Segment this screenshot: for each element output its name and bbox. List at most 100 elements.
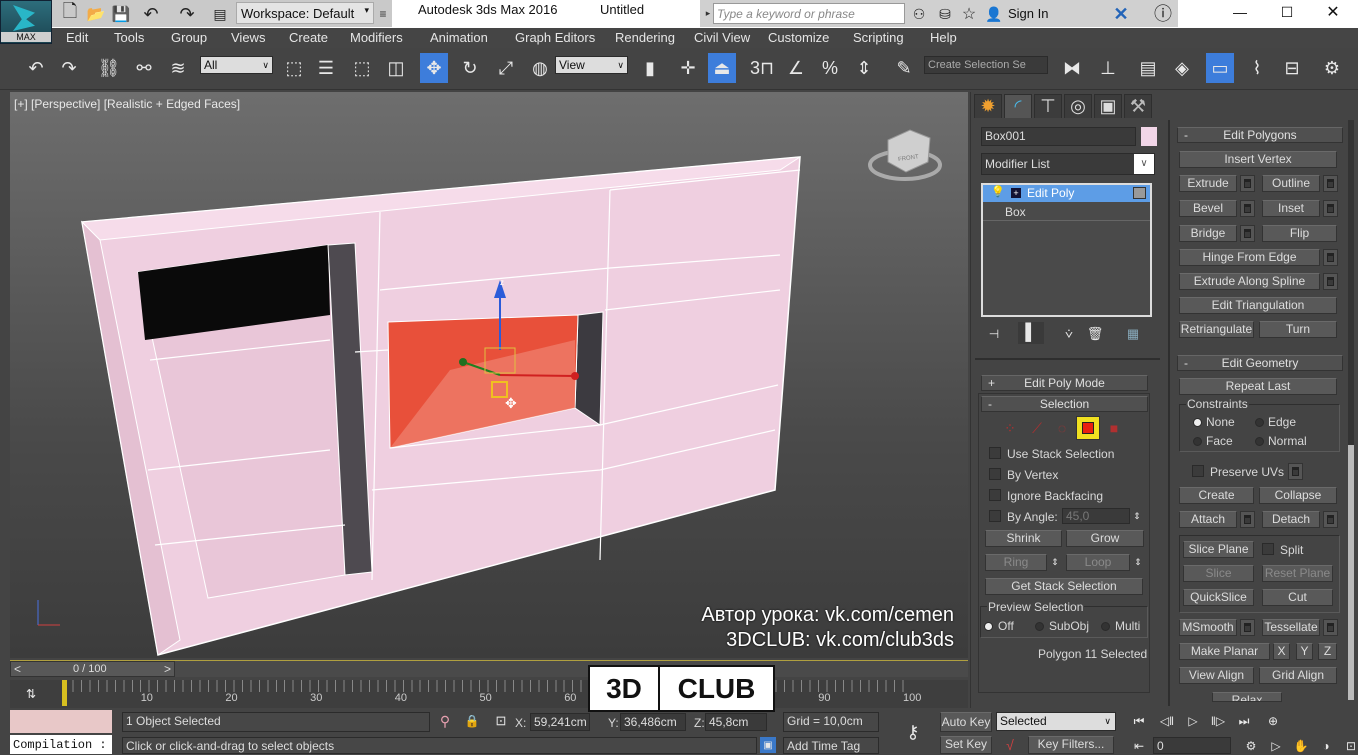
communication-center-icon[interactable]: ⛁: [934, 4, 956, 24]
attach-settings-button[interactable]: [1240, 511, 1255, 528]
detach-button[interactable]: Detach: [1262, 511, 1320, 528]
object-name-field[interactable]: Box001: [981, 127, 1136, 146]
zoom-time-icon[interactable]: ⊕: [1262, 712, 1284, 730]
ring-button[interactable]: Ring: [985, 554, 1047, 571]
pan-view-icon[interactable]: ✋: [1290, 737, 1312, 755]
rollout-toggle-icon[interactable]: +: [988, 376, 995, 390]
close-button[interactable]: ✕: [1318, 2, 1348, 22]
stack-item-edit-poly[interactable]: 💡 + Edit Poly: [983, 185, 1150, 202]
msmooth-settings-button[interactable]: [1240, 619, 1255, 636]
rotate-icon[interactable]: ↻: [456, 53, 484, 83]
retriangulate-button[interactable]: Retriangulate: [1179, 321, 1254, 338]
planar-x-button[interactable]: X: [1273, 643, 1290, 660]
curve-editor-icon[interactable]: ⌇: [1243, 53, 1271, 83]
border-mode-icon[interactable]: ◌: [1052, 418, 1072, 438]
ref-coord-dropdown[interactable]: View ∨: [555, 56, 628, 74]
create-button[interactable]: Create: [1179, 487, 1254, 504]
edge-mode-icon[interactable]: ⟋: [1027, 418, 1047, 438]
rollout-toggle-icon[interactable]: -: [988, 397, 992, 411]
outline-settings-button[interactable]: [1323, 175, 1338, 192]
hinge-settings-button[interactable]: [1323, 249, 1338, 266]
mini-curve-editor-icon[interactable]: ⇅: [20, 683, 42, 705]
quickslice-button[interactable]: QuickSlice: [1183, 589, 1254, 606]
pin-stack-icon[interactable]: ⊣: [985, 325, 1003, 343]
maximize-button[interactable]: ☐: [1272, 2, 1302, 22]
modifier-list-dropdown[interactable]: Modifier List ∨: [981, 153, 1155, 175]
key-mode-toggle-icon[interactable]: ⇤: [1128, 737, 1150, 755]
angle-snap-icon[interactable]: ∠: [782, 53, 810, 83]
key-curve-icon[interactable]: √: [998, 736, 1022, 754]
key-filters-button[interactable]: Key Filters...: [1028, 736, 1114, 754]
select-by-name-icon[interactable]: ☰: [312, 53, 340, 83]
new-file-icon[interactable]: 🗋: [60, 1, 80, 24]
maxscript-mini-listener[interactable]: [10, 710, 112, 733]
time-config-icon[interactable]: ⚙: [1240, 737, 1262, 755]
show-end-result-icon[interactable]: ▌: [1018, 322, 1044, 344]
menu-customize[interactable]: Customize: [768, 30, 829, 45]
stack-item-box[interactable]: Box: [1005, 205, 1026, 219]
x-coordinate-field[interactable]: 59,241cm: [530, 713, 590, 731]
msmooth-button[interactable]: MSmooth: [1179, 619, 1237, 636]
create-tab-icon[interactable]: ✹: [974, 94, 1002, 118]
display-tab-icon[interactable]: ▣: [1094, 94, 1122, 118]
user-icon[interactable]: 👤: [985, 4, 1003, 24]
preview-radio-multi[interactable]: [1101, 622, 1110, 631]
by-vertex-checkbox[interactable]: [989, 468, 1001, 480]
lock-selection-icon[interactable]: 🔒: [465, 712, 480, 730]
viewport-perspective[interactable]: [+] [Perspective] [Realistic + Edged Fac…: [10, 92, 968, 658]
app-logo-button[interactable]: MAX: [0, 0, 52, 44]
redo-icon[interactable]: ↷: [55, 53, 83, 83]
outline-button[interactable]: Outline: [1262, 175, 1320, 192]
customize-qat-icon[interactable]: ≡: [376, 4, 390, 24]
remove-modifier-icon[interactable]: 🗑: [1086, 325, 1104, 343]
hinge-from-edge-button[interactable]: Hinge From Edge: [1179, 249, 1320, 266]
favorites-star-icon[interactable]: ☆: [958, 4, 980, 24]
bridge-settings-button[interactable]: [1240, 225, 1255, 242]
next-frame-icon[interactable]: ‖▷: [1207, 712, 1229, 730]
preserve-uvs-settings-button[interactable]: [1288, 463, 1303, 480]
extrude-spline-settings-button[interactable]: [1323, 273, 1338, 290]
current-frame-field[interactable]: 0: [1153, 737, 1231, 754]
tessellate-button[interactable]: Tessellate: [1262, 619, 1320, 636]
timeline-track[interactable]: 102030405060708090100: [10, 680, 968, 708]
project-folder-icon[interactable]: ▤: [210, 4, 230, 24]
view-align-button[interactable]: View Align: [1179, 667, 1254, 684]
menu-help[interactable]: Help: [930, 30, 957, 45]
move-icon[interactable]: ✥: [420, 53, 448, 83]
render-setup-icon[interactable]: ⚙: [1318, 53, 1346, 83]
select-object-icon[interactable]: ⬚: [280, 53, 308, 83]
attach-button[interactable]: Attach: [1179, 511, 1237, 528]
use-stack-selection-checkbox[interactable]: [989, 447, 1001, 459]
grow-button[interactable]: Grow: [1066, 530, 1144, 547]
rectangular-selection-icon[interactable]: ⬚: [348, 53, 376, 83]
go-to-start-icon[interactable]: ⏮: [1128, 712, 1150, 730]
add-time-tag[interactable]: Add Time Tag: [783, 737, 879, 754]
edit-named-selection-icon[interactable]: ✎: [890, 53, 918, 83]
planar-z-button[interactable]: Z: [1318, 643, 1337, 660]
by-angle-checkbox[interactable]: [989, 510, 1001, 522]
menu-civil-view[interactable]: Civil View: [694, 30, 750, 45]
flip-button[interactable]: Flip: [1262, 225, 1337, 242]
detach-settings-button[interactable]: [1323, 511, 1338, 528]
extrude-settings-button[interactable]: [1240, 175, 1255, 192]
unlink-icon[interactable]: ⚯: [130, 53, 158, 83]
tessellate-settings-button[interactable]: [1323, 619, 1338, 636]
undo-icon[interactable]: ↶: [22, 53, 50, 83]
key-mode-dropdown[interactable]: Selected ∨: [996, 712, 1116, 731]
split-checkbox[interactable]: [1262, 543, 1274, 555]
binoculars-icon[interactable]: ⚇: [908, 4, 930, 24]
time-slider-thumb[interactable]: < 0 / 100 >: [10, 661, 175, 677]
bridge-button[interactable]: Bridge: [1179, 225, 1237, 242]
turn-button[interactable]: Turn: [1259, 321, 1337, 338]
preserve-uvs-checkbox[interactable]: [1192, 465, 1204, 477]
collapse-button[interactable]: Collapse: [1259, 487, 1337, 504]
listener-input[interactable]: Compilation :: [10, 735, 112, 754]
bevel-settings-button[interactable]: [1240, 200, 1255, 217]
repeat-last-button[interactable]: Repeat Last: [1179, 378, 1337, 395]
prev-frame-icon[interactable]: <: [14, 662, 21, 676]
stack-item-toggle[interactable]: [1133, 187, 1146, 199]
schematic-view-icon[interactable]: ⊟: [1278, 53, 1306, 83]
open-file-icon[interactable]: 📂: [86, 4, 106, 24]
slice-plane-button[interactable]: Slice Plane: [1183, 541, 1254, 558]
rollout-toggle-icon[interactable]: -: [1184, 128, 1188, 142]
